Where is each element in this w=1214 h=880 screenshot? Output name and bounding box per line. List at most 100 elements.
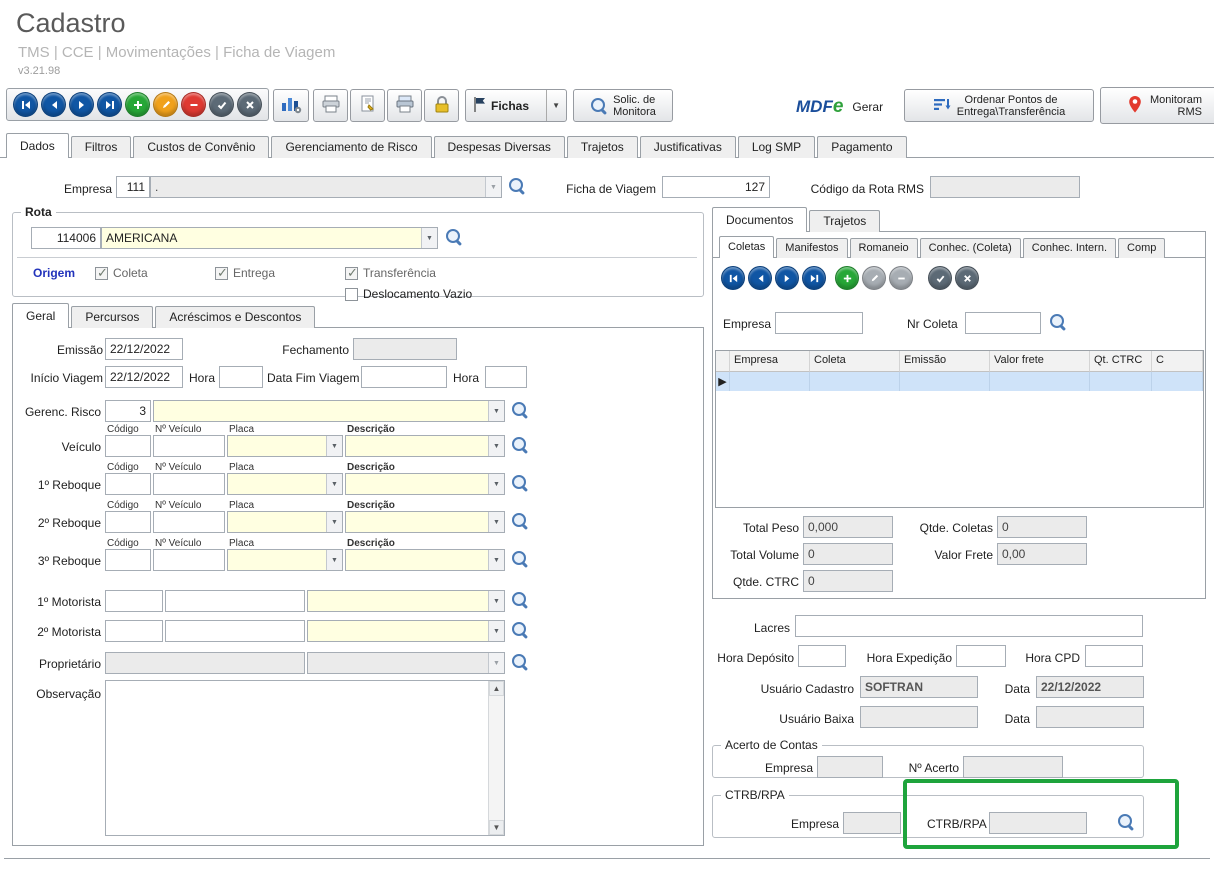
tab-justificativas[interactable]: Justificativas — [640, 136, 736, 158]
reboque3-search-icon[interactable] — [511, 550, 531, 570]
reboque1-descricao-combo[interactable]: ▼ — [345, 473, 505, 495]
next-record-button[interactable] — [69, 92, 94, 117]
motorista1-documento-field[interactable] — [165, 590, 305, 612]
export-document-button[interactable] — [350, 89, 385, 122]
prev-record-button[interactable] — [41, 92, 66, 117]
lock-button[interactable] — [424, 89, 459, 122]
rota-search-icon[interactable] — [445, 228, 465, 248]
edit-button[interactable] — [153, 92, 178, 117]
scroll-up-icon[interactable]: ▲ — [489, 681, 504, 696]
chevron-down-icon[interactable]: ▼ — [488, 401, 504, 421]
reboque2-numero-field[interactable] — [153, 511, 225, 533]
tab-gerenciamento-risco[interactable]: Gerenciamento de Risco — [271, 136, 431, 158]
tab-dados[interactable]: Dados — [6, 133, 69, 158]
tab-documentos[interactable]: Documentos — [712, 207, 807, 232]
tab-comp[interactable]: Comp — [1118, 238, 1165, 258]
nr-coleta-search-icon[interactable] — [1049, 313, 1069, 333]
tab-romaneio[interactable]: Romaneio — [850, 238, 918, 258]
rota-code-field[interactable]: 114006 — [31, 227, 101, 249]
chevron-down-icon[interactable]: ▼ — [326, 436, 342, 456]
motorista1-search-icon[interactable] — [511, 591, 531, 611]
nr-coleta-field[interactable] — [965, 312, 1041, 334]
print-button[interactable] — [387, 89, 422, 122]
tab-filtros[interactable]: Filtros — [71, 136, 132, 158]
coletas-cancel-button[interactable] — [955, 266, 979, 290]
chevron-down-icon[interactable]: ▼ — [488, 512, 504, 532]
motorista1-combo[interactable]: ▼ — [307, 590, 505, 612]
grid-col-emissao[interactable]: Emissão — [900, 351, 990, 372]
mdfe-gerar-button[interactable]: MDFe Gerar — [796, 90, 883, 123]
fichas-dropdown-button[interactable]: Fichas ▼ — [465, 89, 567, 122]
observacao-textarea[interactable]: ▲ ▼ — [105, 680, 505, 836]
chevron-down-icon[interactable]: ▼ — [421, 228, 437, 248]
lacres-field[interactable] — [795, 615, 1143, 637]
reboque1-numero-field[interactable] — [153, 473, 225, 495]
rota-combo[interactable]: AMERICANA▼ — [101, 227, 438, 249]
tab-percursos[interactable]: Percursos — [71, 306, 153, 328]
reboque3-placa-combo[interactable]: ▼ — [227, 549, 343, 571]
motorista2-codigo-field[interactable] — [105, 620, 163, 642]
tab-manifestos[interactable]: Manifestos — [776, 238, 847, 258]
coletas-add-button[interactable] — [835, 266, 859, 290]
coletas-first-button[interactable] — [721, 266, 745, 290]
reboque3-descricao-combo[interactable]: ▼ — [345, 549, 505, 571]
coletas-prev-button[interactable] — [748, 266, 772, 290]
unchecked-checkbox-icon[interactable] — [345, 288, 358, 301]
last-record-button[interactable] — [97, 92, 122, 117]
chevron-down-icon[interactable]: ▼ — [546, 90, 560, 121]
scroll-down-icon[interactable]: ▼ — [489, 820, 504, 835]
grid-col-c[interactable]: C — [1152, 351, 1203, 372]
reboque1-codigo-field[interactable] — [105, 473, 151, 495]
chart-config-button[interactable] — [273, 89, 309, 122]
first-record-button[interactable] — [13, 92, 38, 117]
reboque2-codigo-field[interactable] — [105, 511, 151, 533]
gerenc-risco-combo[interactable]: ▼ — [153, 400, 505, 422]
data-fim-field[interactable] — [361, 366, 447, 388]
reboque2-placa-combo[interactable]: ▼ — [227, 511, 343, 533]
hora-expedicao-field[interactable] — [956, 645, 1006, 667]
hora-cpd-field[interactable] — [1085, 645, 1143, 667]
grid-col-empresa[interactable]: Empresa — [730, 351, 810, 372]
reboque1-search-icon[interactable] — [511, 474, 531, 494]
cancel-button[interactable] — [237, 92, 262, 117]
tab-conhec-intern[interactable]: Conhec. Intern. — [1023, 238, 1116, 258]
reboque3-numero-field[interactable] — [153, 549, 225, 571]
empresa-code-field[interactable]: 111 — [116, 176, 150, 198]
deslocamento-vazio-checkbox[interactable]: Deslocamento Vazio — [345, 286, 472, 302]
reboque2-search-icon[interactable] — [511, 512, 531, 532]
motorista2-search-icon[interactable] — [511, 621, 531, 641]
add-button[interactable] — [125, 92, 150, 117]
coletas-empresa-field[interactable] — [775, 312, 863, 334]
reboque1-placa-combo[interactable]: ▼ — [227, 473, 343, 495]
hora-fim-field[interactable] — [485, 366, 527, 388]
monitoram-rms-button[interactable]: MonitoramRMS — [1100, 87, 1214, 124]
tab-conhec-coleta[interactable]: Conhec. (Coleta) — [920, 238, 1021, 258]
tab-doc-trajetos[interactable]: Trajetos — [809, 210, 880, 232]
gerenc-risco-search-icon[interactable] — [511, 401, 531, 421]
delete-button[interactable] — [181, 92, 206, 117]
chevron-down-icon[interactable]: ▼ — [488, 621, 504, 641]
tab-pagamento[interactable]: Pagamento — [817, 136, 906, 158]
motorista2-documento-field[interactable] — [165, 620, 305, 642]
hora-deposito-field[interactable] — [798, 645, 846, 667]
chevron-down-icon[interactable]: ▼ — [326, 550, 342, 570]
veiculo-descricao-combo[interactable]: ▼ — [345, 435, 505, 457]
motorista2-combo[interactable]: ▼ — [307, 620, 505, 642]
veiculo-search-icon[interactable] — [511, 436, 531, 456]
chevron-down-icon[interactable]: ▼ — [488, 550, 504, 570]
empresa-search-icon[interactable] — [508, 177, 528, 197]
tab-despesas-diversas[interactable]: Despesas Diversas — [434, 136, 565, 158]
gerenc-risco-code-field[interactable]: 3 — [105, 400, 151, 422]
coletas-last-button[interactable] — [802, 266, 826, 290]
report-print-button[interactable] — [313, 89, 348, 122]
ordenar-pontos-button[interactable]: Ordenar Pontos deEntrega\Transferência — [904, 89, 1094, 122]
chevron-down-icon[interactable]: ▼ — [326, 512, 342, 532]
ctrb-rpa-search-icon[interactable] — [1117, 813, 1137, 833]
tab-geral[interactable]: Geral — [12, 303, 69, 328]
tab-coletas[interactable]: Coletas — [719, 236, 774, 258]
reboque2-descricao-combo[interactable]: ▼ — [345, 511, 505, 533]
motorista1-codigo-field[interactable] — [105, 590, 163, 612]
chevron-down-icon[interactable]: ▼ — [488, 591, 504, 611]
ficha-viagem-field[interactable]: 127 — [662, 176, 770, 198]
veiculo-numero-field[interactable] — [153, 435, 225, 457]
